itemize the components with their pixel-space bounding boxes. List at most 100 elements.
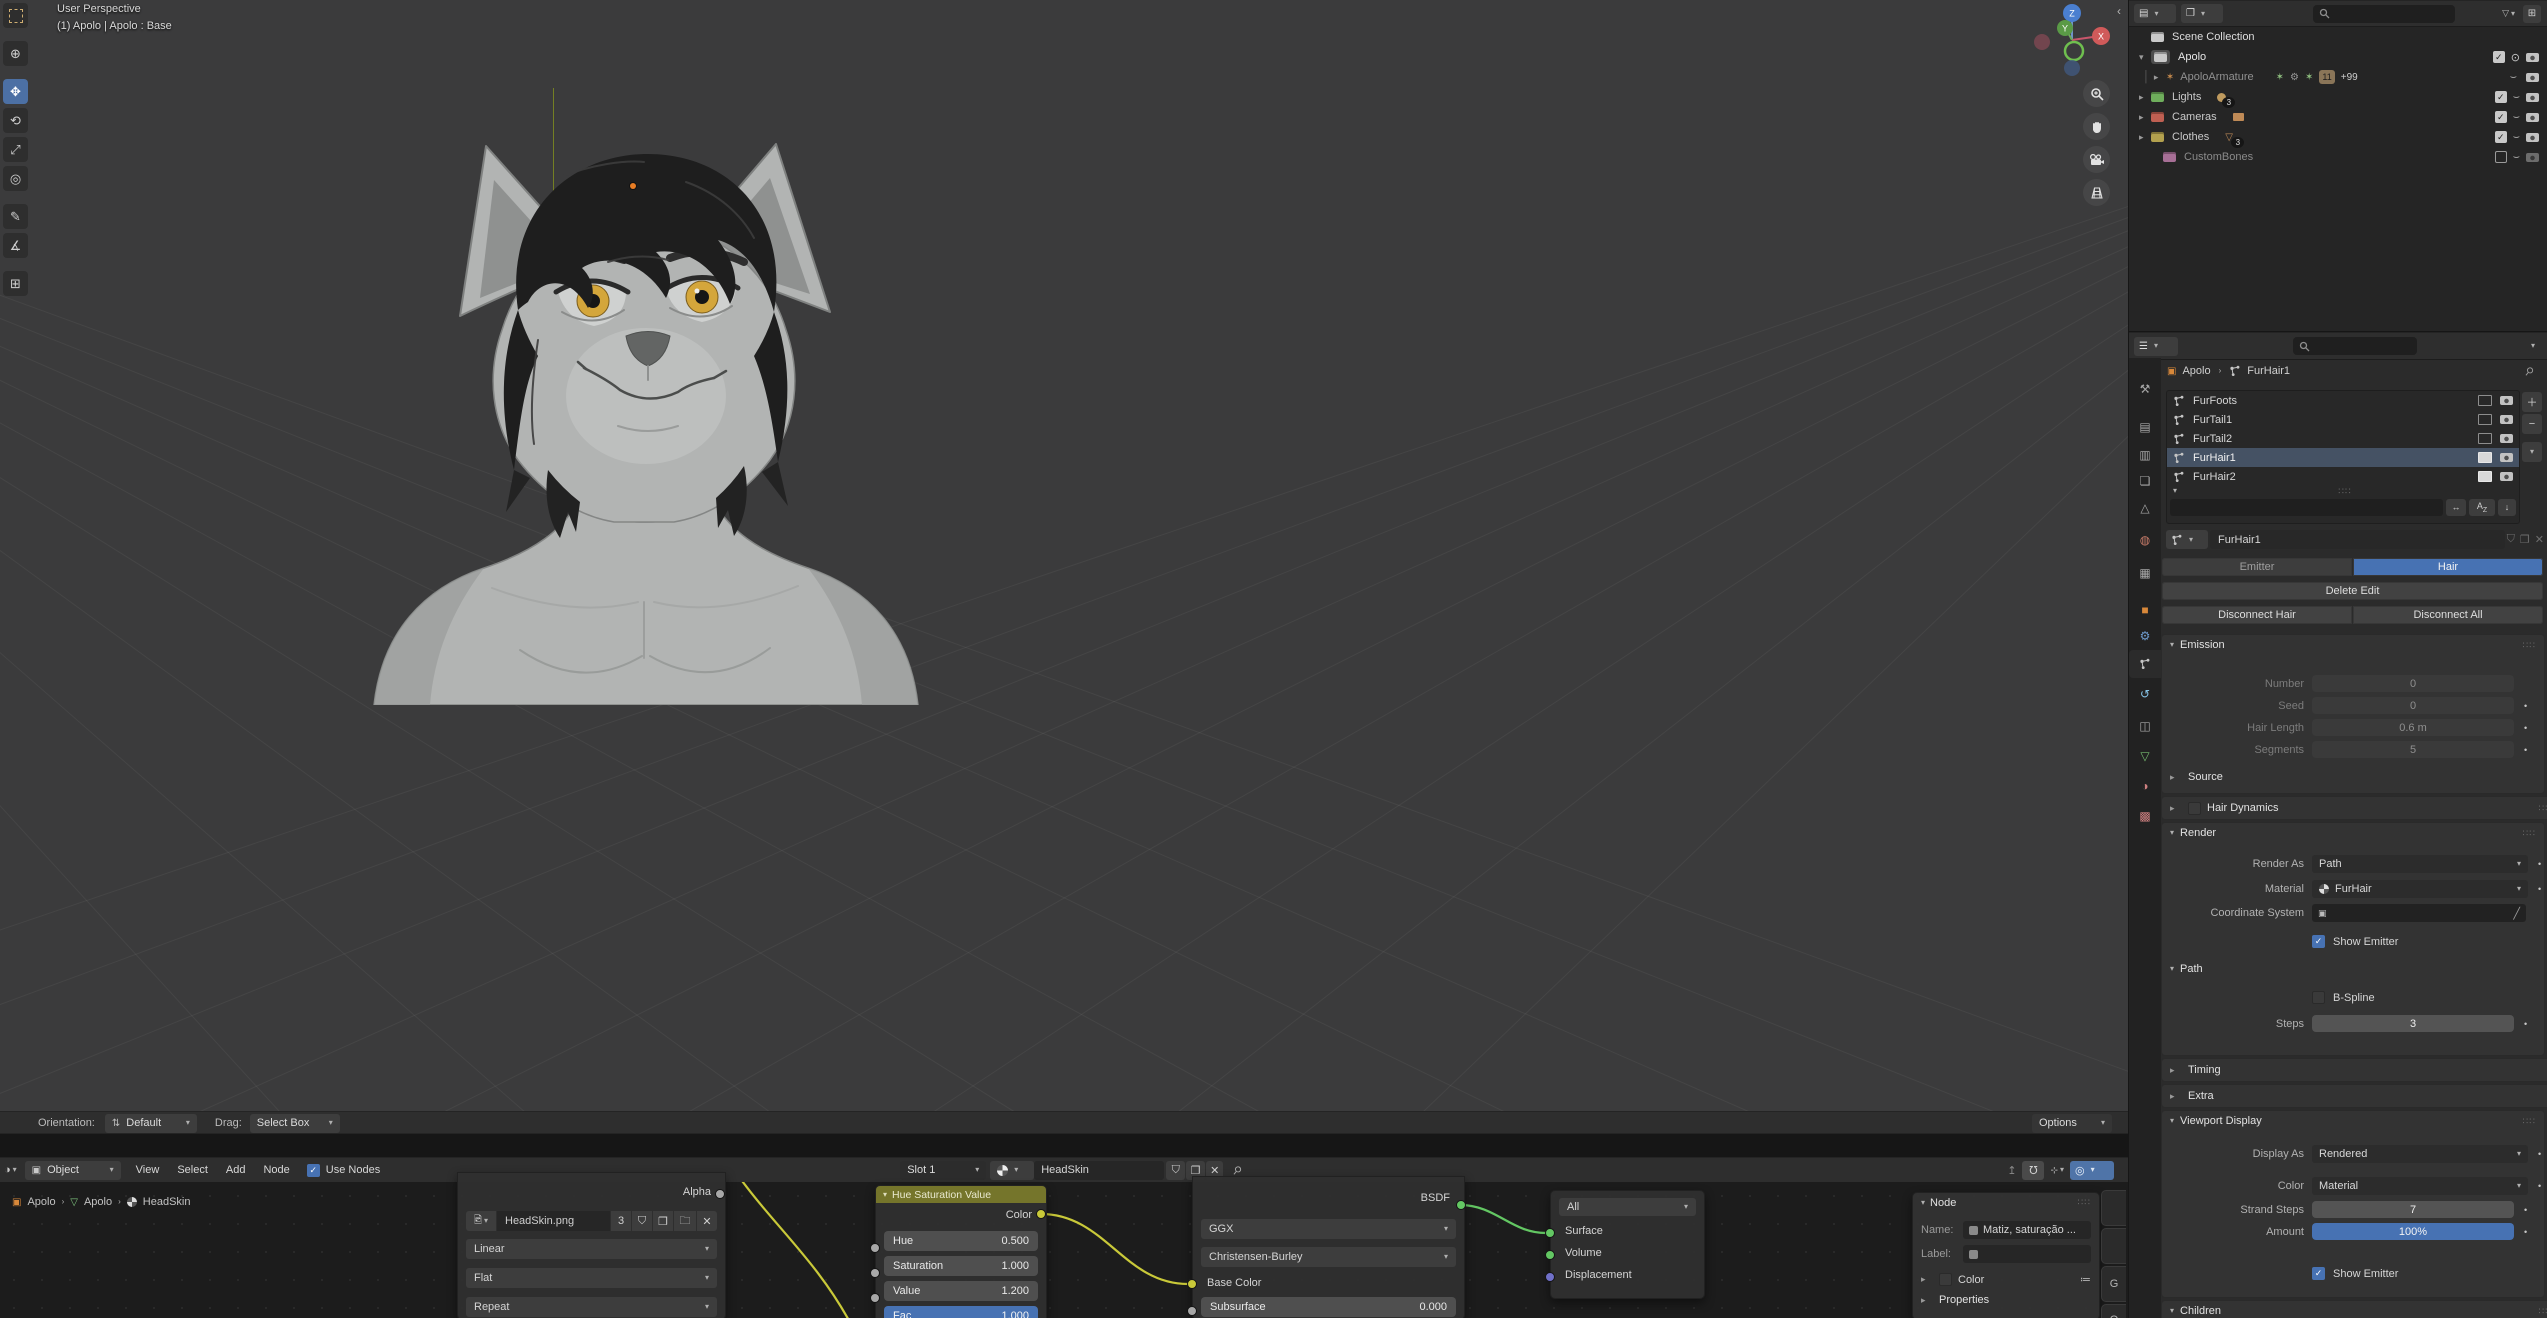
node-snap-toggle[interactable]: ℧ <box>2022 1160 2045 1180</box>
animate-dot[interactable]: • <box>2524 723 2527 733</box>
list-item[interactable]: FurFoots <box>2167 391 2519 410</box>
base-color-input-socket[interactable] <box>1187 1279 1197 1289</box>
filter-dropdown[interactable]: ▽ ▾ <box>2502 8 2515 19</box>
collection-checkbox[interactable]: ✓ <box>2494 91 2507 103</box>
subsurface-field[interactable]: Subsurface 0.000 <box>1201 1297 1456 1317</box>
navigation-gizmo[interactable]: Z X Y <box>2034 2 2110 78</box>
outliner-search-input[interactable] <box>2313 4 2455 23</box>
extra-panel[interactable]: ▸ Extra <box>2161 1084 2547 1108</box>
expand-icon[interactable]: ▸ <box>2139 112 2151 123</box>
tab-particles-active[interactable] <box>2129 650 2161 678</box>
bsdf-output-socket[interactable] <box>1456 1200 1466 1210</box>
pan-button[interactable] <box>2083 113 2110 140</box>
node-name-field[interactable]: Matiz, saturação ... <box>1963 1221 2091 1239</box>
source-subpanel[interactable]: ▸ Source <box>2170 771 2223 783</box>
node-color-row[interactable]: ▸ Color ≔ <box>1921 1273 2091 1286</box>
outliner[interactable]: ▤ ▾ ❐ ▾ ▽ ▾ ⊞ Scene Collection ▾ Apolo ✓ ⊙ … <box>2129 0 2547 331</box>
interpolation-dropdown[interactable]: Linear ▾ <box>466 1239 717 1259</box>
camera-icon[interactable] <box>2500 472 2513 481</box>
hsv-node-header[interactable]: ▾ Hue Saturation Value <box>876 1186 1046 1203</box>
open-image-folder-icon[interactable]: 🗀 <box>674 1211 696 1231</box>
output-target-dropdown[interactable]: All ▾ <box>1559 1198 1696 1216</box>
add-particle-system-button[interactable]: ＋ <box>2522 392 2542 412</box>
path-subpanel-header[interactable]: ▾ Path <box>2170 963 2203 975</box>
eye-closed-icon[interactable]: ⌣ <box>2513 111 2520 124</box>
subsurface-input-socket[interactable] <box>1187 1306 1197 1316</box>
list-item-selected[interactable]: FurHair1 <box>2167 448 2519 467</box>
sidebar-tab-2[interactable] <box>2101 1228 2126 1264</box>
display-as-dropdown[interactable]: Rendered ▾ <box>2312 1145 2528 1163</box>
hair-toggle-button[interactable]: Hair <box>2353 558 2543 576</box>
fake-user-shield-icon[interactable]: ⛉ <box>632 1211 652 1231</box>
tab-object-data[interactable]: ▽ <box>2129 743 2161 769</box>
expand-icon[interactable]: ▸ <box>2139 92 2151 103</box>
hue-field[interactable]: Hue 0.500 <box>884 1231 1038 1251</box>
panel-grip[interactable]: ∷∷ <box>2523 828 2536 839</box>
node-overlays-toggle[interactable]: ◎ ▾ <box>2070 1160 2114 1180</box>
tab-output[interactable]: ▥ <box>2129 442 2161 468</box>
camera-restrict-icon[interactable] <box>2526 52 2539 62</box>
unlink-icon[interactable]: ✕ <box>2535 533 2544 546</box>
rotate-tool[interactable]: ⟲ <box>3 108 28 133</box>
outliner-row-cameras[interactable]: ▸ Cameras ✓ ⌣ <box>2129 107 2547 127</box>
outliner-row-custombones[interactable]: CustomBones ⌣ <box>2129 147 2547 167</box>
particle-specials-menu[interactable]: ▾ <box>2522 442 2542 462</box>
hair-dynamics-panel[interactable]: ▸ Hair Dynamics ∷∷ <box>2161 796 2547 820</box>
add-cube-tool[interactable]: ⊞ <box>3 271 28 296</box>
extension-dropdown[interactable]: Repeat ▾ <box>466 1297 717 1317</box>
new-collection-button[interactable]: ⊞ <box>2523 4 2541 23</box>
monitor-icon[interactable] <box>2478 433 2492 444</box>
steps-field[interactable]: 3 <box>2312 1015 2514 1032</box>
monitor-icon[interactable] <box>2478 395 2492 406</box>
animate-dot[interactable]: • <box>2524 745 2527 755</box>
displacement-input-socket[interactable] <box>1545 1272 1555 1282</box>
use-nodes-checkbox[interactable]: ✓ <box>306 1163 320 1177</box>
eyedropper-icon[interactable]: ╱ <box>2513 907 2520 920</box>
filter-expand-icon[interactable]: ▾ <box>2173 487 2177 495</box>
transform-tool[interactable]: ◎ <box>3 166 28 191</box>
eye-closed-icon[interactable]: ⌣ <box>2510 71 2517 84</box>
breadcrumb-object[interactable]: Apolo <box>2182 365 2210 377</box>
pin-icon[interactable]: ⚲ <box>2522 363 2537 378</box>
tab-material[interactable]: ◑ <box>2129 773 2161 799</box>
outliner-row-clothes[interactable]: ▸ Clothes ▽ 3 ✓ ⌣ <box>2129 127 2547 148</box>
expand-icon[interactable]: ▸ <box>2154 72 2166 83</box>
shader-type-dropdown[interactable]: ▣ Object ▾ <box>24 1160 121 1180</box>
sidebar-tab-1[interactable] <box>2101 1190 2126 1226</box>
outliner-row-apolo-armature[interactable]: │ ▸ ✶ ApoloArmature ✶ ⚙ ✶ 11 +99 ⌣ <box>2129 67 2547 87</box>
shader-menu-select[interactable]: Select <box>168 1158 217 1182</box>
hsv-color-output-socket[interactable] <box>1036 1209 1046 1219</box>
sort-alpha-button[interactable]: AZ <box>2469 498 2495 516</box>
tab-scene[interactable]: △ <box>2129 495 2161 521</box>
tab-view-layer[interactable]: ❏ <box>2129 468 2161 494</box>
orthographic-toggle-button[interactable] <box>2083 179 2110 206</box>
saturation-input-socket[interactable] <box>870 1268 880 1278</box>
fake-user-shield-icon[interactable]: ⛉ <box>1166 1160 1186 1180</box>
volume-input-socket[interactable] <box>1545 1250 1555 1260</box>
remove-particle-system-button[interactable]: − <box>2522 414 2542 434</box>
shader-menu-view[interactable]: View <box>127 1158 169 1182</box>
monitor-icon[interactable] <box>2478 414 2492 425</box>
collection-checkbox[interactable]: ✓ <box>2494 111 2507 123</box>
outliner-row-lights[interactable]: ▸ Lights 3 ✓ ⌣ <box>2129 87 2547 108</box>
subsurface-method-dropdown[interactable]: Christensen-Burley ▾ <box>1201 1247 1456 1267</box>
animate-dot[interactable]: • <box>2538 884 2541 894</box>
material-name-field[interactable]: HeadSkin <box>1034 1160 1165 1180</box>
animate-dot[interactable]: • <box>2524 1019 2527 1029</box>
disconnect-hair-button[interactable]: Disconnect Hair <box>2162 606 2352 624</box>
image-texture-node[interactable]: Alpha 🖻 ▾ HeadSkin.png 3 ⛉ ❐ 🗀 ✕ Linear ▾ … <box>457 1172 726 1318</box>
number-field[interactable]: 0 <box>2312 675 2514 692</box>
panel-grip[interactable]: ∷∷ <box>2523 1116 2536 1127</box>
show-emitter-checkbox[interactable]: ✓ <box>2312 1267 2325 1280</box>
color-dropdown[interactable]: Material ▾ <box>2312 1177 2528 1195</box>
saturation-field[interactable]: Saturation 1.000 <box>884 1256 1038 1276</box>
animate-dot[interactable]: • <box>2524 701 2527 711</box>
camera-icon[interactable] <box>2500 396 2513 405</box>
animate-dot[interactable]: • <box>2538 1181 2541 1191</box>
animate-dot[interactable]: • <box>2524 1227 2527 1237</box>
particle-type-button[interactable]: ▾ <box>2166 530 2208 549</box>
node-label-field[interactable] <box>1963 1245 2091 1263</box>
breadcrumb-particle-system[interactable]: FurHair1 <box>2247 365 2290 377</box>
delete-edit-button[interactable]: Delete Edit <box>2162 582 2543 600</box>
3d-viewport[interactable]: User Perspective (1) Apolo | Apolo : Bas… <box>0 0 2128 1134</box>
